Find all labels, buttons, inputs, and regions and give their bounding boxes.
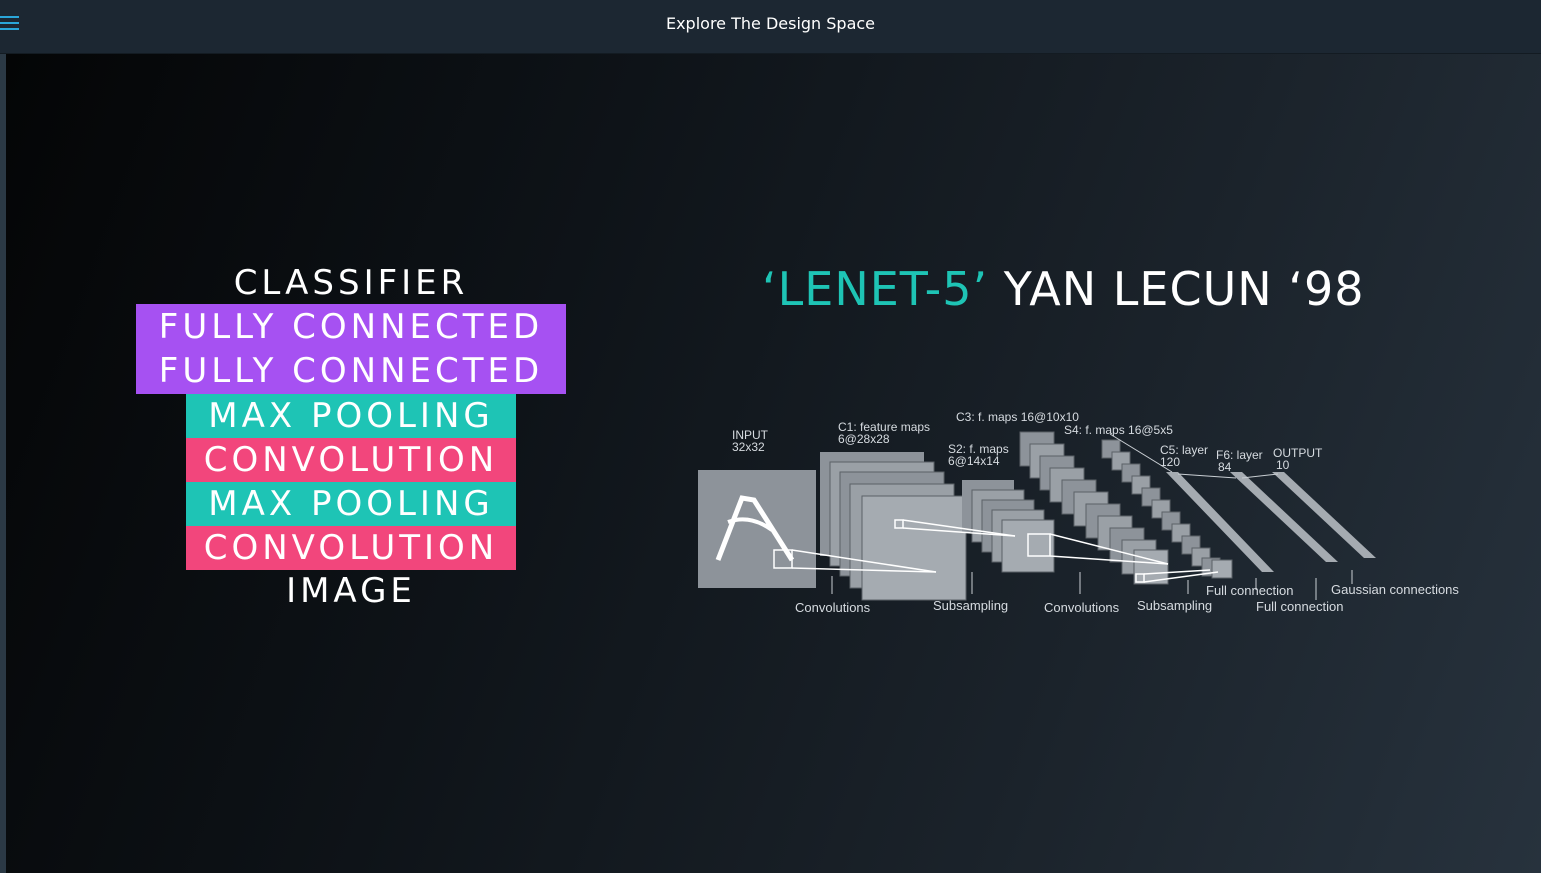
c5-connector [1177,473,1237,479]
full-connection-label: Full connection [1206,583,1293,598]
cnn-layer-stack: CLASSIFIER FULLY CONNECTED FULLY CONNECT… [134,262,568,612]
lenet-title: ‘LENET-5’ YAN LECUN ‘98 [762,262,1364,316]
lenet-title-name: ‘LENET-5’ [762,262,989,316]
c1-map [861,495,967,601]
c3-label: C3: f. maps 16@10x10 [956,410,1079,424]
fully-connected-block: FULLY CONNECTED FULLY CONNECTED [136,304,566,394]
subsampling-label: Subsampling [1137,598,1212,613]
subsampling-label: Subsampling [933,598,1008,613]
c1-size-label: 6@28x28 [838,432,890,446]
top-bar: Explore The Design Space [0,0,1541,54]
convolution-block: CONVOLUTION [186,526,516,570]
classifier-label: CLASSIFIER [233,263,469,303]
f6-connector [1241,473,1279,479]
max-pooling-block: MAX POOLING [186,482,516,526]
gaussian-connections-label: Gaussian connections [1331,582,1459,597]
s2-size-label: 6@14x14 [948,454,1000,468]
input-size-label: 32x32 [732,440,765,454]
output-size-label: 10 [1276,458,1290,472]
input-map [698,470,816,588]
convolution-block: CONVOLUTION [186,438,516,482]
convolutions-label: Convolutions [795,600,871,615]
s4-label: S4: f. maps 16@5x5 [1064,423,1173,437]
max-pooling-block: MAX POOLING [186,394,516,438]
lenet-title-author: YAN LECUN ‘98 [988,262,1365,316]
convolutions-label: Convolutions [1044,600,1120,615]
fully-connected-label: FULLY CONNECTED [158,351,544,391]
fully-connected-label: FULLY CONNECTED [158,307,544,347]
image-label: IMAGE [286,571,416,611]
lenet-architecture-diagram: INPUT 32x32 C1: feature maps 6@28x28 C3:… [698,410,1459,615]
c5-size-label: 120 [1160,455,1180,469]
page-title: Explore The Design Space [665,14,876,33]
f6-size-label: 84 [1218,460,1232,474]
full-connection-label: Full connection [1256,599,1343,614]
